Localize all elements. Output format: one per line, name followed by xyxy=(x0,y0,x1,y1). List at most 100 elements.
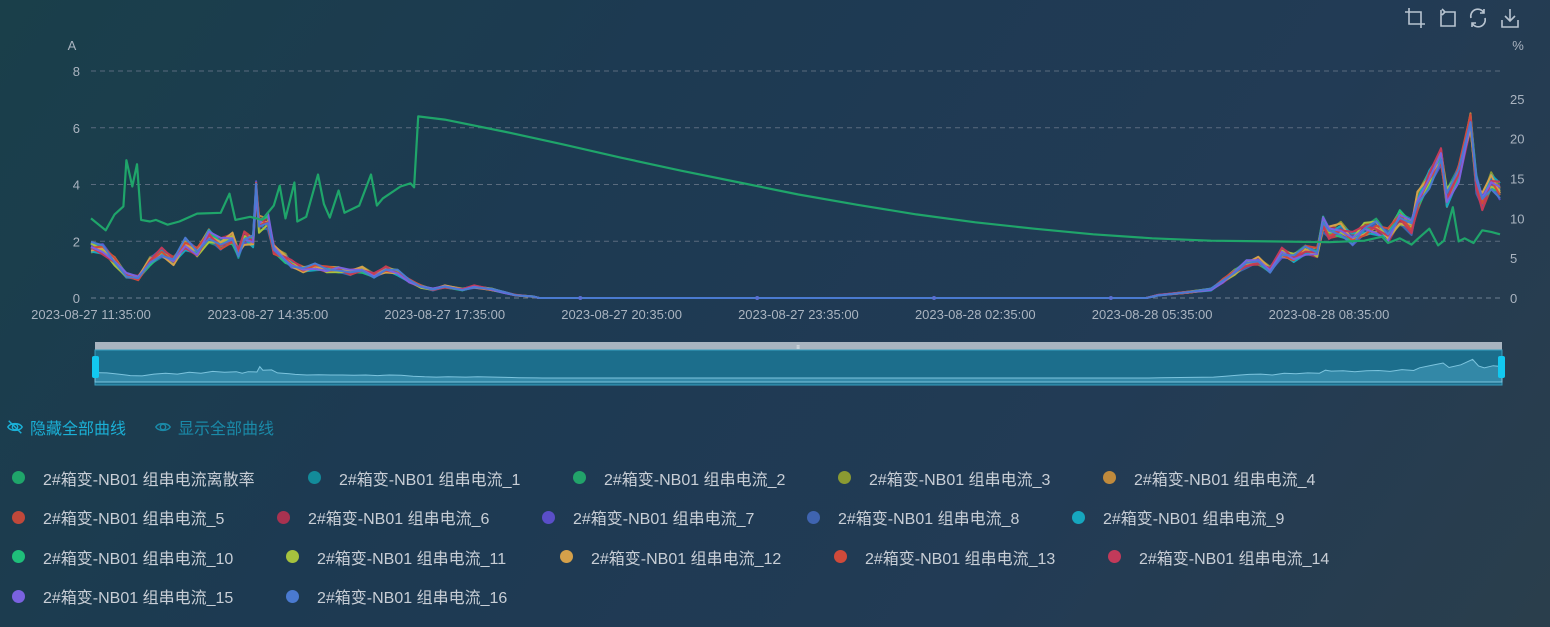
legend-item[interactable]: 2#箱变-NB01 组串电流_7 xyxy=(542,505,754,529)
legend-label: 2#箱变-NB01 组串电流_1 xyxy=(339,471,521,489)
legend-color-dot xyxy=(542,510,555,524)
legend-label: 2#箱变-NB01 组串电流_5 xyxy=(43,511,225,529)
legend-label: 2#箱变-NB01 组串电流_12 xyxy=(591,550,782,568)
legend-item[interactable]: 2#箱变-NB01 组串电流_13 xyxy=(834,545,1055,569)
legend-item[interactable]: 2#箱变-NB01 组串电流_9 xyxy=(1072,505,1284,529)
legend-item[interactable]: 2#箱变-NB01 组串电流_2 xyxy=(573,466,785,490)
zoom-select-icon[interactable] xyxy=(1405,8,1425,28)
x-tick-label: 2023-08-28 02:35:00 xyxy=(915,307,1036,322)
grid-lines xyxy=(91,70,1500,299)
eye-icon xyxy=(154,422,172,432)
eye-off-icon xyxy=(6,420,24,434)
legend-color-dot xyxy=(807,510,820,524)
legend-color-dot xyxy=(308,471,321,485)
left-tick-label: 4 xyxy=(73,178,80,193)
x-tick-label: 2023-08-28 08:35:00 xyxy=(1269,307,1390,322)
discrete-rate-line xyxy=(90,115,1501,247)
curve-toggle-controls: 隐藏全部曲线 显示全部曲线 xyxy=(6,416,302,438)
legend-label: 2#箱变-NB01 组串电流_2 xyxy=(604,471,786,489)
data-zoom-slider[interactable]: ≡ xyxy=(92,342,1505,386)
legend-label: 2#箱变-NB01 组串电流_8 xyxy=(838,511,1020,529)
legend-label: 2#箱变-NB01 组串电流离散率 xyxy=(43,471,255,489)
legend-label: 2#箱变-NB01 组串电流_11 xyxy=(317,550,507,568)
left-tick-label: 2 xyxy=(73,234,80,249)
legend-color-dot xyxy=(834,550,847,564)
left-axis-unit: A xyxy=(68,38,77,53)
right-tick-label: 5 xyxy=(1510,251,1517,266)
toolbox xyxy=(1405,8,1519,28)
right-tick-label: 0 xyxy=(1510,291,1517,306)
legend-label: 2#箱变-NB01 组串电流_16 xyxy=(317,590,508,608)
left-tick-label: 6 xyxy=(73,121,80,136)
x-axis: 2023-08-27 11:35:00 2023-08-27 14:35:00 20… xyxy=(31,307,1389,322)
legend-label: 2#箱变-NB01 组串电流_15 xyxy=(43,590,234,608)
slider-handle-right[interactable] xyxy=(1498,356,1505,378)
legend-item[interactable]: 2#箱变-NB01 组串电流_10 xyxy=(12,545,233,569)
legend-item[interactable]: 2#箱变-NB01 组串电流离散率 xyxy=(12,466,255,490)
right-tick-label: 10 xyxy=(1510,211,1524,226)
legend-item[interactable]: 2#箱变-NB01 组串电流_16 xyxy=(286,584,507,608)
x-tick-label: 2023-08-27 11:35:00 xyxy=(31,307,151,322)
legend-color-dot xyxy=(1103,471,1116,485)
legend-label: 2#箱变-NB01 组串电流_13 xyxy=(865,550,1056,568)
legend-label: 2#箱变-NB01 组串电流_10 xyxy=(43,550,234,568)
right-axis-unit: % xyxy=(1512,38,1524,53)
right-tick-label: 20 xyxy=(1510,132,1524,147)
legend-item[interactable]: 2#箱变-NB01 组串电流_3 xyxy=(838,466,1050,490)
left-tick-label: 0 xyxy=(73,291,80,306)
right-tick-label: 25 xyxy=(1510,92,1524,107)
legend: 2#箱变-NB01 组串电流离散率 2#箱变-NB01 组串电流_1 2#箱变-NB… xyxy=(12,458,1542,616)
zero-marker xyxy=(755,296,760,300)
legend-color-dot xyxy=(12,589,25,603)
download-icon[interactable] xyxy=(1501,9,1519,28)
zero-marker xyxy=(932,296,937,300)
right-tick-label: 15 xyxy=(1510,172,1524,187)
legend-label: 2#箱变-NB01 组串电流_14 xyxy=(1139,550,1330,568)
legend-item[interactable]: 2#箱变-NB01 组串电流_1 xyxy=(308,466,520,490)
hide-all-label: 隐藏全部曲线 xyxy=(30,421,127,438)
show-all-curves-button[interactable]: 显示全部曲线 xyxy=(154,415,274,439)
legend-color-dot xyxy=(573,471,586,485)
legend-color-dot xyxy=(838,471,851,485)
legend-row: 2#箱变-NB01 组串电流_15 2#箱变-NB01 组串电流_16 xyxy=(12,577,1542,617)
zero-marker xyxy=(1108,296,1113,300)
x-tick-label: 2023-08-27 17:35:00 xyxy=(384,307,505,322)
legend-color-dot xyxy=(560,550,573,564)
legend-color-dot xyxy=(286,550,299,564)
x-tick-label: 2023-08-28 05:35:00 xyxy=(1092,307,1213,322)
legend-item[interactable]: 2#箱变-NB01 组串电流_11 xyxy=(286,545,506,569)
legend-color-dot xyxy=(277,510,290,524)
legend-item[interactable]: 2#箱变-NB01 组串电流_14 xyxy=(1108,545,1329,569)
legend-row: 2#箱变-NB01 组串电流_10 2#箱变-NB01 组串电流_11 2#箱变-N… xyxy=(12,537,1542,577)
legend-color-dot xyxy=(286,589,299,603)
legend-item[interactable]: 2#箱变-NB01 组串电流_6 xyxy=(277,505,489,529)
legend-color-dot xyxy=(12,550,25,564)
legend-color-dot xyxy=(1108,550,1121,564)
legend-label: 2#箱变-NB01 组串电流_7 xyxy=(573,511,755,529)
left-y-axis: 0 2 4 6 8 A xyxy=(68,38,80,306)
x-tick-label: 2023-08-27 20:35:00 xyxy=(561,307,682,322)
legend-item[interactable]: 2#箱变-NB01 组串电流_12 xyxy=(560,545,781,569)
series-layer xyxy=(90,112,1501,300)
string-current-line xyxy=(90,113,1501,299)
hide-all-curves-button[interactable]: 隐藏全部曲线 xyxy=(6,415,126,439)
legend-item[interactable]: 2#箱变-NB01 组串电流_4 xyxy=(1103,466,1315,490)
zoom-reset-icon[interactable] xyxy=(1440,8,1456,27)
zero-marker xyxy=(578,296,583,300)
legend-item[interactable]: 2#箱变-NB01 组串电流_5 xyxy=(12,505,224,529)
legend-color-dot xyxy=(1072,510,1085,524)
show-all-label: 显示全部曲线 xyxy=(178,421,275,438)
legend-item[interactable]: 2#箱变-NB01 组串电流_8 xyxy=(807,505,1019,529)
left-tick-label: 8 xyxy=(73,64,80,79)
legend-item[interactable]: 2#箱变-NB01 组串电流_15 xyxy=(12,584,233,608)
slider-handle-left[interactable] xyxy=(92,356,99,378)
legend-label: 2#箱变-NB01 组串电流_6 xyxy=(308,511,490,529)
legend-label: 2#箱变-NB01 组串电流_3 xyxy=(869,471,1051,489)
legend-color-dot xyxy=(12,471,25,485)
x-tick-label: 2023-08-27 14:35:00 xyxy=(208,307,329,322)
legend-row: 2#箱变-NB01 组串电流离散率 2#箱变-NB01 组串电流_1 2#箱变-NB… xyxy=(12,458,1542,498)
string-current-line xyxy=(90,127,1501,299)
legend-label: 2#箱变-NB01 组串电流_4 xyxy=(1134,471,1316,489)
legend-row: 2#箱变-NB01 组串电流_5 2#箱变-NB01 组串电流_6 2#箱变-NB0… xyxy=(12,498,1542,538)
restore-icon[interactable] xyxy=(1469,8,1487,28)
